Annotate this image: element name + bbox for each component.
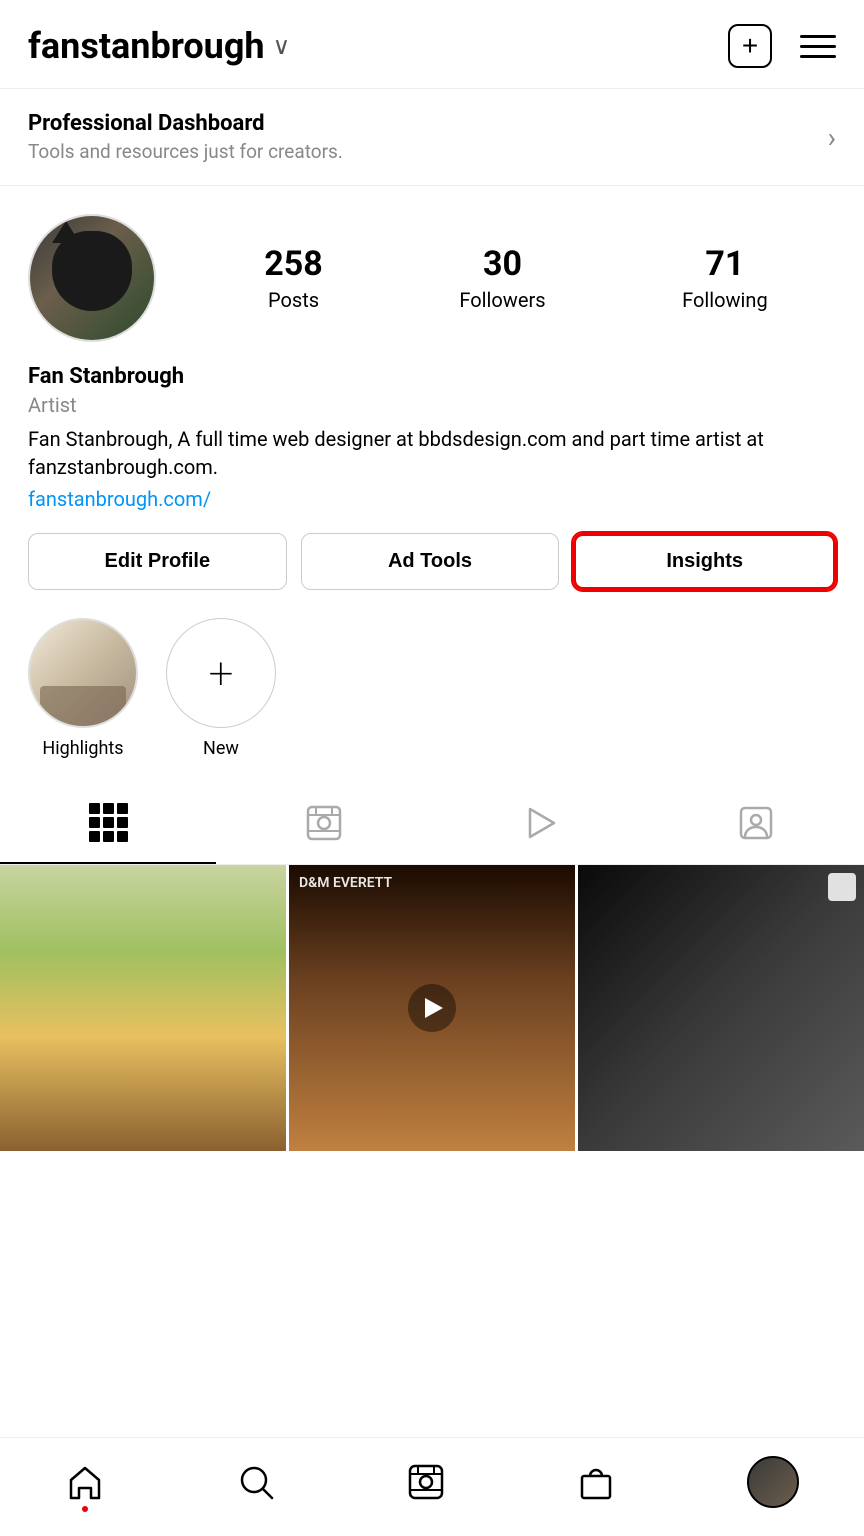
profile-info: Fan Stanbrough Artist Fan Stanbrough, A … bbox=[28, 364, 836, 511]
profile-avatar-nav bbox=[747, 1456, 799, 1508]
action-buttons: Edit Profile Ad Tools Insights bbox=[28, 533, 836, 590]
chevron-right-icon: › bbox=[828, 121, 836, 154]
ad-tools-button[interactable]: Ad Tools bbox=[301, 533, 560, 590]
tab-videos[interactable] bbox=[432, 783, 648, 864]
pro-dashboard-text: Professional Dashboard Tools and resourc… bbox=[28, 111, 343, 163]
home-icon bbox=[65, 1462, 105, 1502]
new-highlight-item[interactable]: + New bbox=[166, 618, 276, 759]
highlights-thumbnail bbox=[30, 620, 136, 726]
post-item[interactable] bbox=[578, 865, 864, 1151]
profile-bio: Fan Stanbrough, A full time web designer… bbox=[28, 425, 836, 481]
insights-button[interactable]: Insights bbox=[573, 533, 836, 590]
header: fanstanbrough ∨ + bbox=[0, 0, 864, 89]
nav-profile[interactable] bbox=[747, 1456, 799, 1508]
profile-section: 258 Posts 30 Followers 71 Following Fan … bbox=[0, 186, 864, 590]
grid-tab-icon bbox=[89, 803, 128, 842]
pro-dashboard-title: Professional Dashboard bbox=[28, 111, 343, 136]
post-image bbox=[578, 865, 864, 1151]
posts-count: 258 bbox=[264, 244, 323, 284]
profile-stats: 258 Posts 30 Followers 71 Following bbox=[196, 244, 836, 312]
bottom-nav bbox=[0, 1437, 864, 1536]
profile-category: Artist bbox=[28, 393, 836, 417]
header-username[interactable]: fanstanbrough ∨ bbox=[28, 25, 290, 67]
profile-top: 258 Posts 30 Followers 71 Following bbox=[28, 214, 836, 342]
home-active-dot bbox=[82, 1506, 88, 1512]
followers-count: 30 bbox=[483, 244, 522, 284]
tagged-icon bbox=[738, 805, 774, 841]
pro-dashboard-subtitle: Tools and resources just for creators. bbox=[28, 140, 343, 163]
grid-icon bbox=[89, 803, 128, 842]
highlights-row: Highlights + New bbox=[0, 590, 864, 779]
bottom-nav-spacer bbox=[0, 1151, 864, 1261]
hamburger-icon bbox=[800, 35, 836, 58]
stat-following[interactable]: 71 Following bbox=[682, 244, 768, 312]
tab-tagged[interactable] bbox=[648, 783, 864, 864]
tabs-row bbox=[0, 783, 864, 865]
nav-home[interactable] bbox=[65, 1462, 105, 1502]
avatar-image bbox=[30, 216, 154, 340]
reels-icon bbox=[306, 805, 342, 841]
highlights-label: Highlights bbox=[42, 738, 123, 759]
new-highlight-label: New bbox=[203, 738, 239, 759]
play-button-icon bbox=[408, 984, 456, 1032]
post-overlay-text: D&M EVERETT bbox=[299, 875, 565, 891]
search-icon bbox=[236, 1462, 276, 1502]
followers-label: Followers bbox=[459, 288, 545, 312]
avatar[interactable] bbox=[28, 214, 156, 342]
chevron-down-icon: ∨ bbox=[273, 32, 291, 60]
nav-reels[interactable] bbox=[406, 1462, 446, 1502]
gallery-icon bbox=[828, 873, 856, 901]
posts-label: Posts bbox=[268, 288, 319, 312]
new-post-button[interactable]: + bbox=[728, 24, 772, 68]
play-icon bbox=[522, 805, 558, 841]
post-image bbox=[0, 865, 286, 1151]
following-count: 71 bbox=[705, 244, 744, 284]
post-item[interactable] bbox=[0, 865, 286, 1151]
plus-square-icon: + bbox=[728, 24, 772, 68]
nav-search[interactable] bbox=[236, 1462, 276, 1502]
highlights-circle bbox=[28, 618, 138, 728]
menu-button[interactable] bbox=[800, 35, 836, 58]
tab-grid[interactable] bbox=[0, 783, 216, 864]
stat-followers[interactable]: 30 Followers bbox=[459, 244, 545, 312]
professional-dashboard[interactable]: Professional Dashboard Tools and resourc… bbox=[0, 89, 864, 186]
stat-posts[interactable]: 258 Posts bbox=[264, 244, 323, 312]
nav-shop[interactable] bbox=[576, 1462, 616, 1502]
posts-grid: D&M EVERETT bbox=[0, 865, 864, 1151]
post-image: D&M EVERETT bbox=[289, 865, 575, 1151]
videos-tab-icon bbox=[522, 805, 558, 841]
following-label: Following bbox=[682, 288, 768, 312]
reels-tab-icon bbox=[306, 805, 342, 841]
tab-reels[interactable] bbox=[216, 783, 432, 864]
shop-icon bbox=[576, 1462, 616, 1502]
profile-link[interactable]: fanstanbrough.com/ bbox=[28, 487, 836, 511]
username-text: fanstanbrough bbox=[28, 25, 265, 67]
header-icons: + bbox=[728, 24, 836, 68]
post-item[interactable]: D&M EVERETT bbox=[289, 865, 575, 1151]
reels-nav-icon bbox=[406, 1462, 446, 1502]
tagged-tab-icon bbox=[738, 805, 774, 841]
new-highlight-circle: + bbox=[166, 618, 276, 728]
profile-name: Fan Stanbrough bbox=[28, 364, 836, 389]
highlights-item[interactable]: Highlights bbox=[28, 618, 138, 759]
edit-profile-button[interactable]: Edit Profile bbox=[28, 533, 287, 590]
